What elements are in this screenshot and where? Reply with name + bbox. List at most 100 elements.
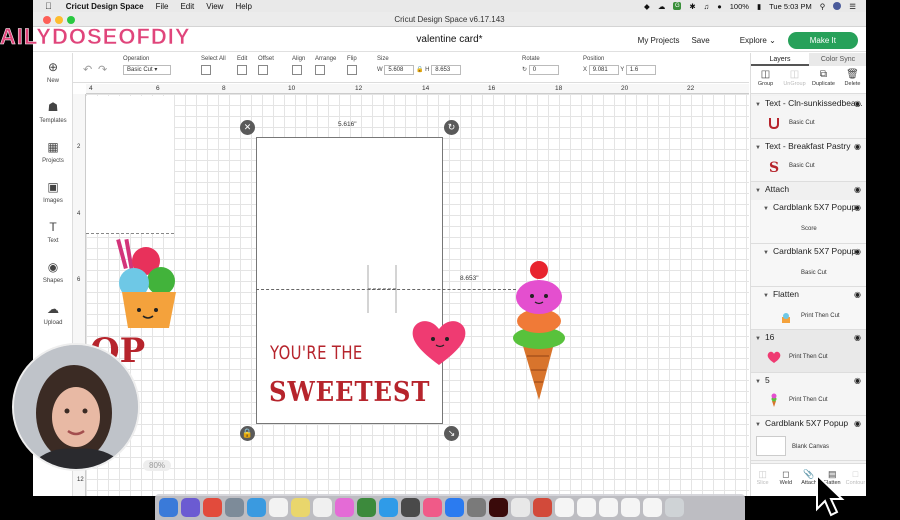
trash-icon[interactable] <box>665 497 684 517</box>
battery-icon[interactable]: ▮ <box>757 2 761 11</box>
cricut-icon[interactable] <box>357 497 376 517</box>
arrange-icon[interactable] <box>315 65 325 75</box>
redo-icon[interactable]: ↷ <box>98 63 107 76</box>
photos-icon[interactable] <box>335 497 354 517</box>
eye-icon[interactable]: ◉ <box>854 373 861 388</box>
tab-layers[interactable]: Layers <box>751 53 809 66</box>
layer-item[interactable]: ▼ Text - Cln-sunkissedbea... ◉ Basic Cut <box>751 96 866 139</box>
search-icon[interactable]: ⚲ <box>820 2 826 11</box>
eye-icon[interactable]: ◉ <box>854 416 861 431</box>
x-input[interactable]: 9.081 <box>588 65 619 75</box>
layer-item[interactable]: ▼ Cardblank 5X7 Popup ◉ Basic Cut <box>751 244 866 287</box>
chevron-down-icon[interactable]: ▼ <box>763 250 769 256</box>
eye-icon[interactable]: ◉ <box>854 139 861 154</box>
group-button[interactable]: ◫ Group <box>751 66 780 93</box>
messages-icon[interactable] <box>379 497 398 517</box>
document-icon[interactable] <box>621 497 640 517</box>
weld-button[interactable]: ◻ Weld <box>774 464 797 496</box>
nav-shapes[interactable]: ◉ Shapes <box>33 261 73 285</box>
green-app-icon[interactable]: G <box>673 2 682 10</box>
layer-item[interactable]: ▼ Text - Breakfast Pastry ◉ S Basic Cut <box>751 139 866 182</box>
safari-icon[interactable] <box>247 497 266 517</box>
wifi-icon[interactable]: ● <box>717 2 722 11</box>
chevron-down-icon[interactable]: ▼ <box>755 145 761 151</box>
layer-item[interactable]: ▼ 16 ◉ Print Then Cut <box>751 330 866 373</box>
nav-new[interactable]: ⊕ New <box>33 61 73 85</box>
layer-group-attach[interactable]: ▼ Attach ◉ <box>751 182 866 200</box>
dropbox-icon[interactable]: ◆ <box>644 2 650 11</box>
document-icon[interactable] <box>577 497 596 517</box>
siri-icon[interactable] <box>181 497 200 517</box>
card-text-line1[interactable]: YOU'RE THE <box>270 342 363 364</box>
menu-view[interactable]: View <box>206 2 223 11</box>
y-input[interactable]: 1.6 <box>625 65 656 75</box>
offset-icon[interactable] <box>258 65 268 75</box>
rotate-handle-icon[interactable]: ↻ <box>444 120 459 135</box>
rotate-input[interactable]: 0 <box>528 65 559 75</box>
canvas-swatch[interactable] <box>756 436 786 456</box>
reminders-icon[interactable] <box>313 497 332 517</box>
flip-icon[interactable] <box>347 65 357 75</box>
width-input[interactable]: 5.608 <box>384 65 415 75</box>
eye-icon[interactable]: ◉ <box>854 244 861 259</box>
chrome-icon[interactable] <box>203 497 222 517</box>
ungroup-button[interactable]: ◫ UnGroup <box>780 66 809 93</box>
tab-color-sync[interactable]: Color Sync <box>809 53 866 66</box>
nav-images[interactable]: ▣ Images <box>33 181 73 205</box>
contour-button[interactable]: □ Contour <box>844 464 866 496</box>
machine-select[interactable]: Explore ⌄ <box>740 36 776 45</box>
heart-image[interactable] <box>409 317 469 367</box>
resize-handle-icon[interactable]: ↘ <box>444 426 459 441</box>
layer-item[interactable]: ▼ Cardblank 5X7 Popup ◉ <box>751 416 866 433</box>
powerpoint-icon[interactable] <box>533 497 552 517</box>
document-icon[interactable] <box>555 497 574 517</box>
ice-cream-image[interactable] <box>508 260 568 402</box>
nav-projects[interactable]: ▦ Projects <box>33 141 73 165</box>
lock-icon[interactable]: 🔒 <box>416 67 423 73</box>
zoom-window-icon[interactable] <box>67 16 75 24</box>
delete-handle-icon[interactable]: ✕ <box>240 120 255 135</box>
cupcake-image[interactable] <box>86 236 181 331</box>
chevron-down-icon[interactable]: ▼ <box>755 102 761 108</box>
launchpad-icon[interactable] <box>225 497 244 517</box>
document-icon[interactable] <box>599 497 618 517</box>
nav-templates[interactable]: ☗ Templates <box>33 101 73 125</box>
document-icon[interactable] <box>643 497 662 517</box>
chevron-down-icon[interactable]: ▼ <box>755 188 761 194</box>
duplicate-button[interactable]: ⧉ Duplicate <box>809 66 838 93</box>
music-icon[interactable] <box>423 497 442 517</box>
blank-canvas-row[interactable]: Blank Canvas <box>751 433 866 461</box>
undo-icon[interactable]: ↶ <box>83 63 92 76</box>
eye-icon[interactable]: ◉ <box>854 287 861 302</box>
app-menu[interactable]: Cricut Design Space <box>66 2 144 11</box>
illustrator-icon[interactable] <box>489 497 508 517</box>
bluetooth-icon[interactable]: ✱ <box>689 2 695 11</box>
eye-icon[interactable]: ◉ <box>854 330 861 345</box>
chevron-down-icon[interactable]: ▼ <box>763 206 769 212</box>
menu-file[interactable]: File <box>156 2 169 11</box>
partial-card-left[interactable] <box>86 96 174 233</box>
eye-icon[interactable]: ◉ <box>854 200 861 215</box>
delete-button[interactable]: 🗑 Delete <box>838 66 866 93</box>
close-window-icon[interactable] <box>43 16 51 24</box>
chevron-down-icon[interactable]: ▼ <box>755 379 761 385</box>
minimize-window-icon[interactable] <box>55 16 63 24</box>
card-text-line2[interactable]: SWEETEST <box>269 377 430 408</box>
user-icon[interactable] <box>833 2 842 10</box>
menu-help[interactable]: Help <box>235 2 251 11</box>
volume-icon[interactable]: ♫ <box>704 2 710 11</box>
slice-button[interactable]: ◫ Slice <box>751 464 774 496</box>
nav-text[interactable]: T Text <box>33 221 73 245</box>
cloud-icon[interactable]: ☁ <box>658 2 666 11</box>
chevron-down-icon[interactable]: ▼ <box>763 293 769 299</box>
align-icon[interactable] <box>292 65 302 75</box>
save-link[interactable]: Save <box>691 36 709 45</box>
appstore-icon[interactable] <box>445 497 464 517</box>
chevron-down-icon[interactable]: ▼ <box>755 422 761 428</box>
zoom-level[interactable]: 80% <box>143 460 172 471</box>
clock[interactable]: Tue 5:03 PM <box>769 2 812 11</box>
menu-edit[interactable]: Edit <box>180 2 194 11</box>
lock-handle-icon[interactable]: 🔒 <box>240 426 255 441</box>
finder-icon[interactable] <box>159 497 178 517</box>
operation-select[interactable]: Basic Cut ▾ <box>123 65 171 75</box>
